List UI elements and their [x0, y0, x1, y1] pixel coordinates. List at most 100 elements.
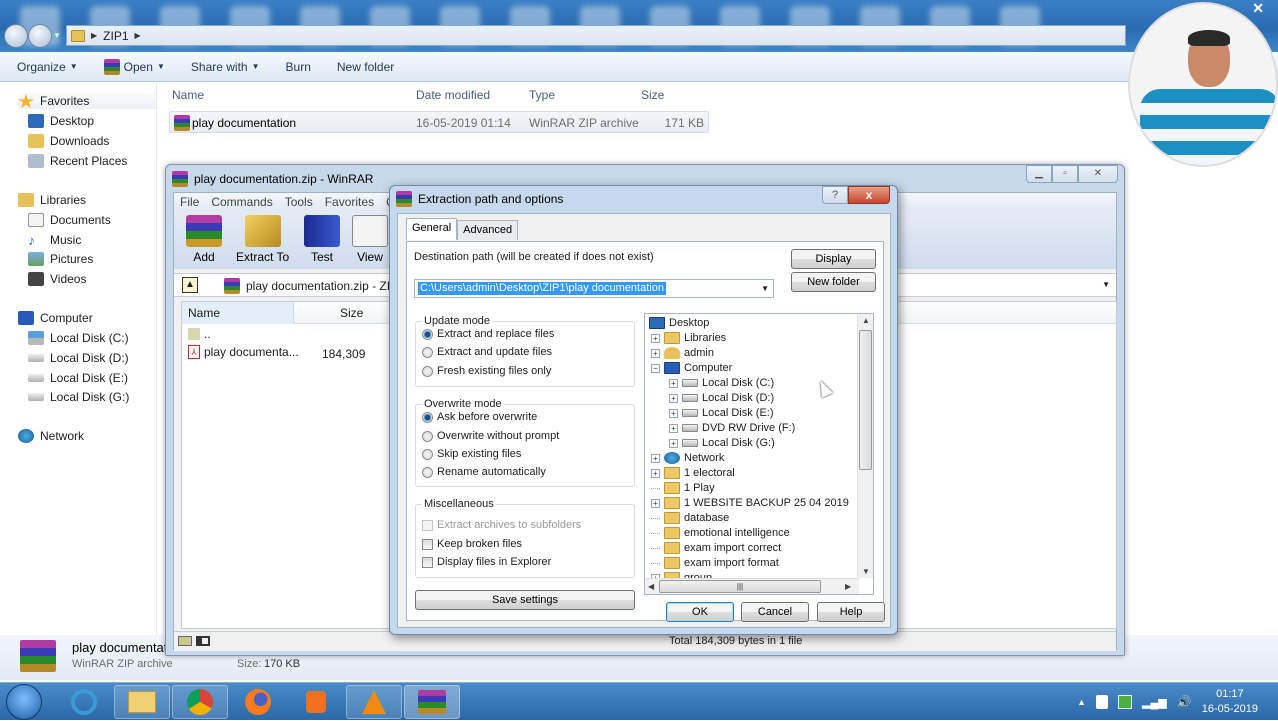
close-icon[interactable]: x: [848, 186, 890, 204]
horizontal-scrollbar[interactable]: ◀ ||| ▶: [645, 578, 859, 594]
taskbar-media-player[interactable]: [288, 685, 344, 719]
back-button[interactable]: [4, 24, 28, 48]
open-button[interactable]: Open ▼: [103, 58, 165, 75]
add-button[interactable]: Add: [186, 215, 222, 264]
show-hidden-icons[interactable]: ▲: [1077, 697, 1086, 707]
expand-icon[interactable]: +: [651, 498, 660, 508]
expand-icon[interactable]: +: [669, 438, 678, 448]
nav-libraries[interactable]: Libraries: [18, 193, 86, 207]
volume-icon[interactable]: 🔊: [1177, 695, 1192, 709]
cancel-button[interactable]: Cancel: [741, 602, 809, 622]
nav-music[interactable]: ♪ Music: [28, 233, 81, 247]
taskbar-winrar[interactable]: [404, 685, 460, 719]
nav-network[interactable]: Network: [18, 429, 84, 443]
menu-file[interactable]: File: [180, 195, 199, 209]
breadcrumb-zip1[interactable]: ZIP1: [103, 29, 128, 43]
expand-icon[interactable]: +: [669, 393, 678, 403]
radio-skip-existing[interactable]: Skip existing files: [422, 448, 521, 460]
tree-node[interactable]: emotional intelligence: [651, 527, 790, 539]
column-header-name[interactable]: Name: [172, 88, 204, 102]
organize-button[interactable]: Organize ▼: [17, 60, 78, 74]
tree-node[interactable]: +1 electoral: [651, 467, 735, 479]
scroll-thumb[interactable]: [859, 330, 872, 470]
menu-tools[interactable]: Tools: [285, 195, 313, 209]
save-settings-button[interactable]: Save settings: [415, 590, 635, 610]
tree-node[interactable]: exam import format: [651, 557, 779, 569]
tree-node[interactable]: + Network: [651, 452, 724, 464]
close-button[interactable]: ✕: [1078, 165, 1118, 183]
tree-node[interactable]: Desktop: [649, 317, 709, 329]
radio-rename-auto[interactable]: Rename automatically: [422, 466, 546, 478]
recent-pages-dropdown[interactable]: ▼: [52, 24, 62, 48]
view-button[interactable]: View: [352, 215, 388, 264]
tree-node[interactable]: exam import correct: [651, 542, 781, 554]
nav-downloads[interactable]: Downloads: [28, 134, 109, 148]
chevron-down-icon[interactable]: ▼: [761, 284, 769, 293]
taskbar-vlc[interactable]: [346, 685, 402, 719]
tab-general[interactable]: General: [406, 218, 458, 240]
nav-local-disk-e[interactable]: Local Disk (E:): [28, 371, 128, 385]
taskbar-internet-explorer[interactable]: [56, 685, 112, 719]
burn-button[interactable]: Burn: [286, 60, 311, 74]
close-icon[interactable]: ✕: [1252, 0, 1264, 17]
archive-path[interactable]: play documentation.zip - ZIP: [224, 278, 398, 294]
breadcrumb-arrow-icon[interactable]: ▶: [135, 31, 141, 40]
tree-node[interactable]: + Libraries: [651, 332, 726, 344]
power-icon[interactable]: [1096, 695, 1109, 709]
help-icon[interactable]: ?: [822, 186, 848, 204]
collapse-icon[interactable]: −: [651, 363, 660, 373]
scroll-up-icon[interactable]: ▲: [862, 316, 870, 325]
radio-extract-update[interactable]: Extract and update files: [422, 346, 552, 358]
help-button[interactable]: Help: [817, 602, 885, 622]
signal-icon[interactable]: ▂▄▆: [1142, 696, 1167, 709]
forward-button[interactable]: [28, 24, 52, 48]
app-tray-icon[interactable]: [1118, 695, 1133, 709]
share-with-button[interactable]: Share with ▼: [191, 60, 260, 74]
menu-commands[interactable]: Commands: [211, 195, 272, 209]
new-folder-button[interactable]: New folder: [337, 60, 394, 74]
address-bar[interactable]: ▶ ZIP1 ▶: [66, 25, 1126, 46]
checkbox-display-explorer[interactable]: Display files in Explorer: [422, 556, 551, 568]
start-button[interactable]: [6, 684, 42, 720]
expand-icon[interactable]: +: [651, 468, 660, 478]
column-header-size[interactable]: Size: [641, 88, 664, 102]
column-header-name[interactable]: Name: [188, 306, 220, 320]
nav-local-disk-d[interactable]: Local Disk (D:): [28, 351, 129, 365]
tree-node[interactable]: + Local Disk (D:): [669, 392, 774, 404]
scroll-left-icon[interactable]: ◀: [648, 582, 654, 591]
expand-icon[interactable]: +: [669, 423, 678, 433]
nav-computer[interactable]: Computer: [18, 311, 93, 325]
tree-node[interactable]: database: [651, 512, 729, 524]
scroll-thumb[interactable]: |||: [659, 580, 821, 593]
tree-node[interactable]: − Computer: [651, 362, 732, 374]
radio-extract-replace[interactable]: Extract and replace files: [422, 328, 554, 340]
breadcrumb-arrow-icon[interactable]: ▶: [91, 31, 97, 40]
nav-documents[interactable]: Documents: [28, 213, 111, 227]
new-folder-button[interactable]: New folder: [791, 272, 876, 292]
path-dropdown-icon[interactable]: ▼: [1102, 280, 1110, 289]
file-row[interactable]: play documentation 16-05-2019 01:14 WinR…: [169, 111, 709, 133]
nav-recent-places[interactable]: Recent Places: [28, 154, 127, 168]
extract-to-button[interactable]: Extract To: [236, 215, 289, 264]
maximize-button[interactable]: ▫: [1052, 165, 1078, 183]
column-header-type[interactable]: Type: [529, 88, 555, 102]
taskbar-windows-explorer[interactable]: [114, 685, 170, 719]
nav-local-disk-g[interactable]: Local Disk (G:): [28, 390, 129, 404]
nav-local-disk-c[interactable]: Local Disk (C:): [28, 331, 129, 345]
checkbox-keep-broken[interactable]: Keep broken files: [422, 538, 522, 550]
archive-row-parent[interactable]: ..: [188, 327, 211, 341]
expand-icon[interactable]: +: [669, 408, 678, 418]
radio-overwrite-without[interactable]: Overwrite without prompt: [422, 430, 559, 442]
tree-node[interactable]: +1 WEBSITE BACKUP 25 04 2019: [651, 497, 849, 509]
expand-icon[interactable]: +: [651, 333, 660, 343]
radio-ask-before[interactable]: Ask before overwrite: [422, 411, 537, 423]
nav-favorites[interactable]: Favorites: [18, 93, 156, 109]
destination-path-combobox[interactable]: C:\Users\admin\Desktop\ZIP1\play documen…: [414, 279, 774, 298]
vertical-scrollbar[interactable]: ▲ ▼: [857, 314, 873, 578]
nav-pictures[interactable]: Pictures: [28, 252, 93, 266]
radio-fresh-existing[interactable]: Fresh existing files only: [422, 365, 551, 377]
nav-desktop[interactable]: Desktop: [28, 114, 94, 128]
scroll-down-icon[interactable]: ▼: [862, 567, 870, 576]
tree-node[interactable]: + Local Disk (E:): [669, 407, 774, 419]
tab-advanced[interactable]: Advanced: [457, 220, 519, 240]
